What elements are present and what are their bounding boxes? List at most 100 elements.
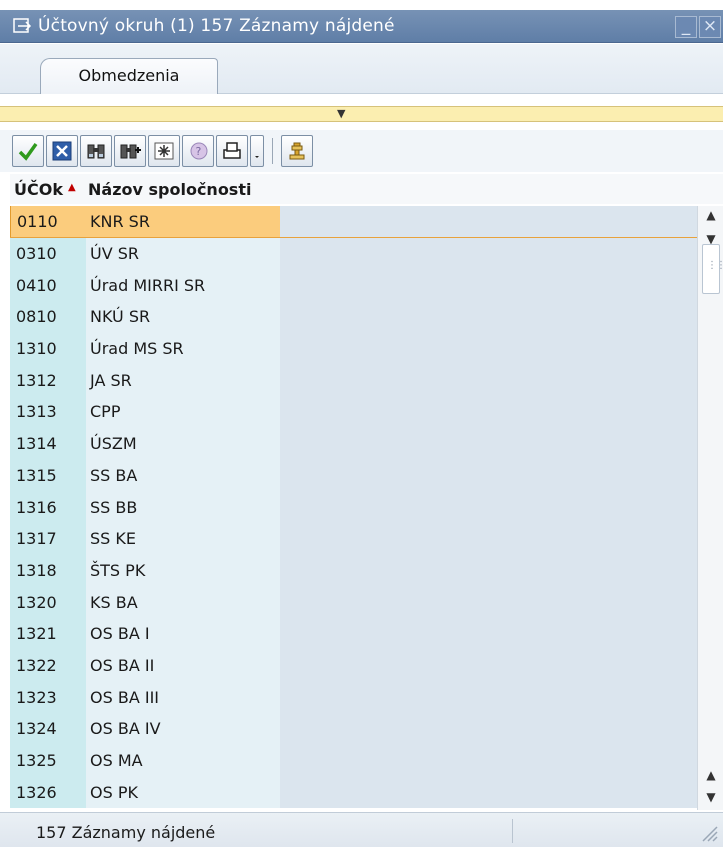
expand-triangle-icon[interactable]: ▼ — [337, 107, 345, 121]
table-header: ÚČOk ▲ Názov spoločnosti — [10, 174, 723, 204]
cell-code: 1322 — [10, 649, 86, 682]
cell-name: OS BA II — [86, 649, 280, 682]
table-row[interactable]: 0310 ÚV SR — [10, 237, 697, 270]
cell-name: Úrad MS SR — [86, 332, 280, 365]
table-row[interactable]: 1317 SS KE — [10, 522, 697, 555]
table-row[interactable]: 1321 OS BA I — [10, 617, 697, 650]
print-dropdown[interactable] — [250, 135, 264, 167]
print-button[interactable] — [216, 135, 248, 167]
cell-name: ÚSZM — [86, 427, 280, 460]
minimize-icon[interactable]: _ — [675, 16, 697, 38]
table-row[interactable]: 1315 SS BA — [10, 459, 697, 492]
cell-name: CPP — [86, 396, 280, 428]
cell-code: 1325 — [10, 744, 86, 777]
window-icon — [12, 16, 32, 36]
sort-ascending-icon: ▲ — [68, 181, 76, 193]
cell-code: 1310 — [10, 332, 86, 365]
scroll-down-icon[interactable]: ▼ — [702, 788, 720, 806]
cancel-button[interactable] — [46, 135, 78, 167]
window-title: Účtovný okruh (1) 157 Záznamy nájdené — [38, 16, 395, 36]
cell-name: ÚV SR — [86, 237, 280, 270]
find-next-button[interactable] — [114, 135, 146, 167]
binoculars-plus-icon — [120, 144, 141, 159]
svg-text:?: ? — [196, 145, 202, 158]
print-icon — [223, 142, 241, 159]
cell-name: OS PK — [86, 776, 280, 809]
column-header-name[interactable]: Názov spoločnosti — [86, 180, 251, 199]
column-header-code[interactable]: ÚČOk ▲ — [10, 180, 86, 199]
cell-code: 1324 — [10, 713, 86, 745]
table-row[interactable]: 1318 ŠTS PK — [10, 554, 697, 587]
status-separator — [512, 819, 513, 843]
cell-name: SS BB — [86, 491, 280, 523]
cell-code: 0410 — [10, 269, 86, 302]
cell-code: 0810 — [10, 301, 86, 333]
cell-name: OS BA I — [86, 617, 280, 650]
close-icon[interactable]: × — [699, 16, 721, 38]
table-row[interactable]: 1313 CPP — [10, 396, 697, 428]
table-row[interactable]: 1310 Úrad MS SR — [10, 332, 697, 365]
info-button[interactable]: ? — [182, 135, 214, 167]
filter-button[interactable] — [281, 135, 313, 167]
toolbar-separator — [272, 138, 273, 164]
cell-code: 0310 — [10, 237, 86, 270]
table-row[interactable]: 1320 KS BA — [10, 586, 697, 618]
table-row[interactable]: 0410 Úrad MIRRI SR — [10, 269, 697, 302]
new-selection-button[interactable] — [148, 135, 180, 167]
confirm-button[interactable] — [12, 135, 44, 167]
table-row[interactable]: 1326 OS PK — [10, 776, 697, 809]
help-icon: ? — [190, 142, 208, 160]
page-up-icon[interactable]: ▲ — [702, 766, 720, 784]
status-bar: 157 Záznamy nájdené — [0, 812, 723, 847]
cell-code: 1318 — [10, 554, 86, 587]
filter-icon — [289, 142, 305, 160]
cell-name: ŠTS PK — [86, 554, 280, 587]
tab-strip: Obmedzenia — [0, 44, 723, 94]
cell-code: 0110 — [10, 206, 86, 237]
cell-name: KNR SR — [86, 206, 280, 237]
cancel-icon — [52, 141, 72, 161]
new-selection-icon — [154, 142, 174, 160]
cell-name: KS BA — [86, 586, 280, 618]
table-row[interactable]: 0810 NKÚ SR — [10, 301, 697, 333]
scroll-thumb[interactable]: ⋮⋮ — [702, 244, 723, 294]
status-text: 157 Záznamy nájdené — [36, 823, 216, 842]
cell-name: NKÚ SR — [86, 301, 280, 333]
restrictions-collapse-bar[interactable]: ▼ — [0, 106, 723, 122]
cell-name: SS BA — [86, 459, 280, 492]
vertical-scrollbar[interactable]: ▲ ▼ ⋮⋮ ▲ ▼ — [697, 206, 723, 810]
cell-name: OS BA III — [86, 681, 280, 713]
cell-code: 1326 — [10, 776, 86, 809]
table-row[interactable]: 0110 KNR SR — [10, 206, 697, 238]
binoculars-icon — [87, 144, 105, 159]
tab-obmedzenia[interactable]: Obmedzenia — [40, 58, 218, 94]
table-row[interactable]: 1312 JA SR — [10, 364, 697, 397]
table-row[interactable]: 1314 ÚSZM — [10, 427, 697, 460]
table-row[interactable]: 1322 OS BA II — [10, 649, 697, 682]
cell-code: 1316 — [10, 491, 86, 523]
cell-name: SS KE — [86, 522, 280, 555]
chevron-down-icon — [255, 156, 259, 158]
cell-code: 1323 — [10, 681, 86, 713]
cell-code: 1321 — [10, 617, 86, 650]
find-button[interactable] — [80, 135, 112, 167]
cell-code: 1314 — [10, 427, 86, 460]
scroll-up-icon[interactable]: ▲ — [702, 206, 720, 224]
window-title-bar: Účtovný okruh (1) 157 Záznamy nájdené _ … — [0, 10, 723, 43]
cell-name: OS BA IV — [86, 713, 280, 745]
toolbar: ? — [0, 130, 723, 172]
table-row[interactable]: 1323 OS BA III — [10, 681, 697, 713]
cell-code: 1317 — [10, 522, 86, 555]
table-row[interactable]: 1325 OS MA — [10, 744, 697, 777]
cell-name: JA SR — [86, 364, 280, 397]
cell-name: Úrad MIRRI SR — [86, 269, 280, 302]
cell-code: 1312 — [10, 364, 86, 397]
results-table: 0110 KNR SR 0310 ÚV SR 0410 Úrad MIRRI SR 0… — [10, 206, 697, 810]
cell-code: 1320 — [10, 586, 86, 618]
checkmark-icon — [18, 142, 38, 161]
table-row[interactable]: 1324 OS BA IV — [10, 713, 697, 745]
cell-name: OS MA — [86, 744, 280, 777]
table-row[interactable]: 1316 SS BB — [10, 491, 697, 523]
resize-grip-icon[interactable] — [699, 821, 719, 843]
cell-code: 1313 — [10, 396, 86, 428]
